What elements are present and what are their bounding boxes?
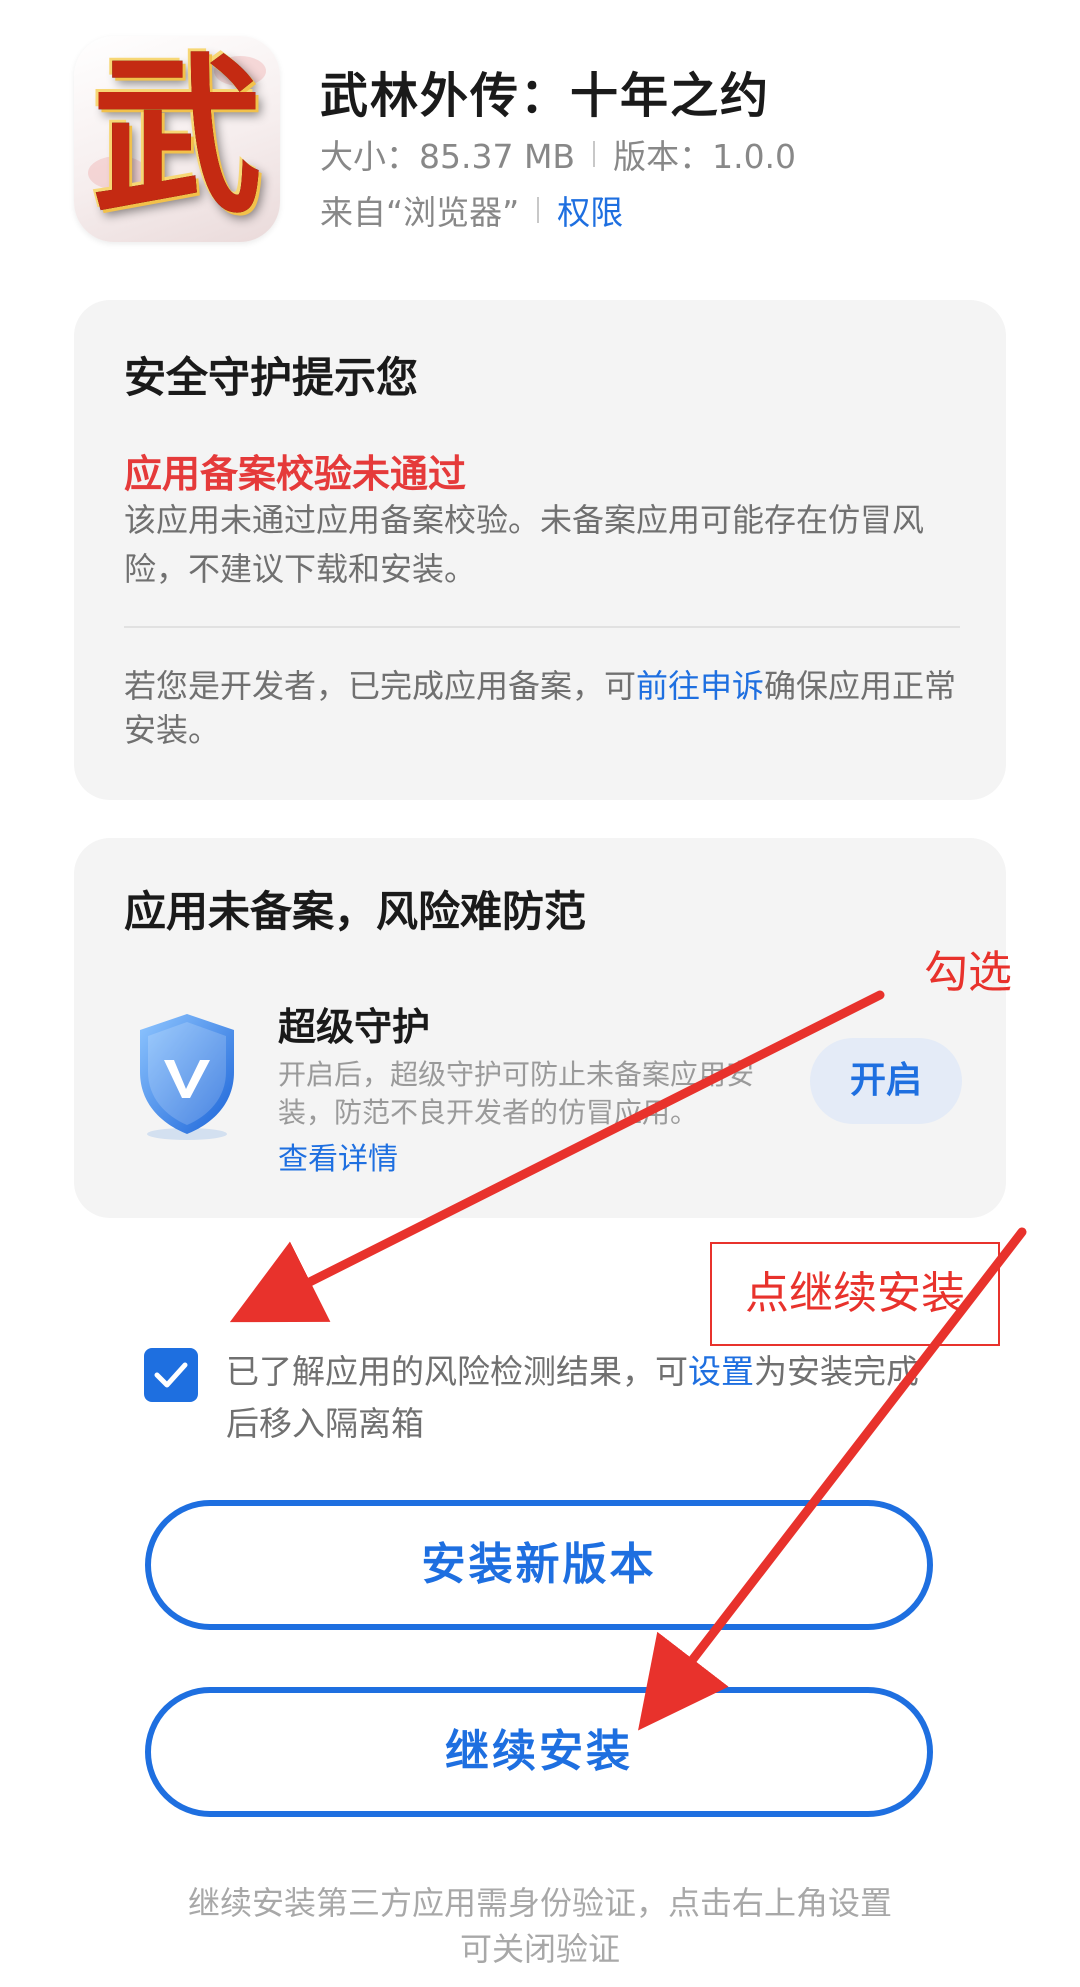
guard-description: 开启后，超级守护可防止未备案应用安装，防范不良开发者的仿冒应用。 [278,1058,755,1129]
continue-install-button[interactable]: 继续安装 [145,1687,933,1817]
annotation-check-label: 勾选 [924,947,1012,998]
developer-note: 若您是开发者，已完成应用备案，可前往申诉确保应用正常安装。 [124,664,964,752]
app-source: 来自“浏览器” [320,193,520,232]
appeal-link[interactable]: 前往申诉 [636,667,764,705]
settings-link[interactable]: 设置 [688,1352,754,1391]
security-card-title: 安全守护提示您 [124,353,419,402]
meta-divider [593,141,596,167]
app-size: 大小：85.37 MB [320,137,576,176]
annotation-click-label: 点继续安装 [710,1242,1000,1346]
warning-body: 该应用未通过应用备案校验。未备案应用可能存在仿冒风险，不建议下载和安装。 [124,501,925,588]
app-icon-glyph: 武 [91,37,262,237]
meta-divider [537,197,540,223]
app-icon: 武 [74,36,280,242]
app-version: 版本：1.0.0 [613,137,797,176]
security-tip-card: 安全守护提示您 应用备案校验未通过 该应用未通过应用备案校验。未备案应用可能存在… [74,300,1006,800]
warning-title: 应用备案校验未通过 [124,452,467,496]
guard-title: 超级守护 [278,1005,431,1049]
acknowledge-text: 已了解应用的风险检测结果，可设置为安装完成后移入隔离箱 [226,1346,946,1450]
super-guard-card: 应用未备案，风险难防范 超级守护 开启后，超级守护可防止未备案应用安装，防范不良… [74,838,1006,1218]
acknowledge-text-prefix: 已了解应用的风险检测结果，可 [226,1352,688,1391]
view-details-link[interactable]: 查看详情 [278,1134,398,1178]
footer-note: 继续安装第三方应用需身份验证，点击右上角设置可关闭验证 [187,1884,892,1968]
install-new-version-button[interactable]: 安装新版本 [145,1500,933,1630]
checkmark-icon [154,1362,188,1388]
guard-card-title: 应用未备案，风险难防范 [124,887,587,936]
app-meta-source: 来自“浏览器” 权限 [320,186,623,234]
developer-note-prefix: 若您是开发者，已完成应用备案，可 [124,667,637,705]
enable-guard-button[interactable]: 开启 [810,1038,962,1124]
app-meta-size-version: 大小：85.37 MB 版本：1.0.0 [320,130,796,178]
permissions-link[interactable]: 权限 [557,186,623,234]
app-title: 武林外传：十年之约 [320,68,771,124]
acknowledge-checkbox[interactable] [144,1348,198,1402]
shield-v-icon [140,1014,234,1140]
card-divider [124,626,960,628]
